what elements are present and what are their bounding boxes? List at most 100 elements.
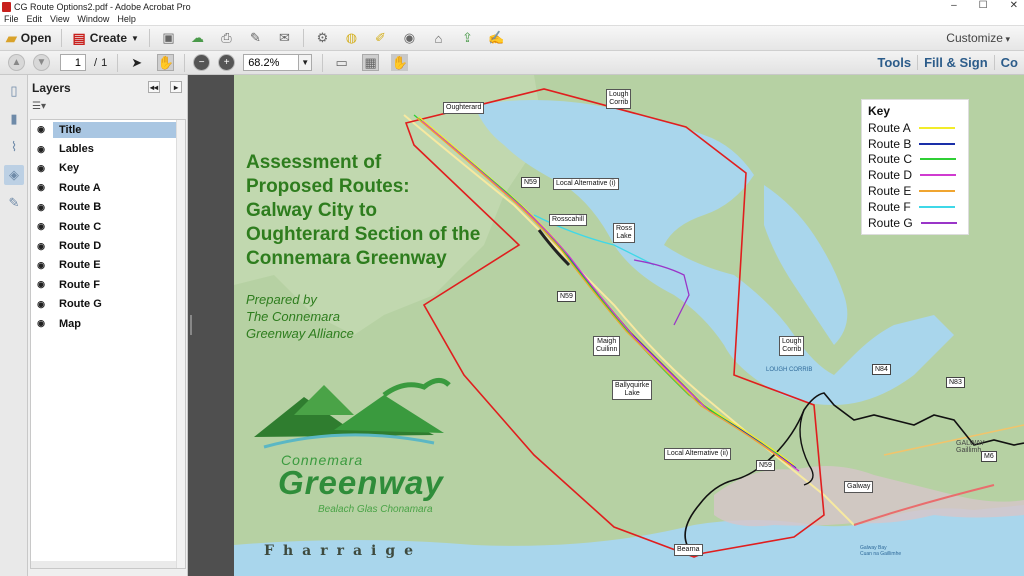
layer-row[interactable]: ◉ Route C — [31, 217, 185, 236]
splitter-grip[interactable] — [190, 315, 192, 335]
eye-icon[interactable]: ◉ — [35, 202, 47, 213]
save-icon[interactable]: ▣ — [160, 30, 177, 47]
document-subtitle: Prepared by The Connemara Greenway Allia… — [246, 291, 354, 342]
key-item-label: Route C — [868, 152, 913, 167]
fit-page-icon[interactable]: ▦ — [362, 54, 380, 71]
customize-menu[interactable]: Customize — [946, 31, 1010, 45]
layer-row[interactable]: ◉ Title — [31, 120, 185, 139]
key-item: Route F — [868, 199, 962, 215]
eye-icon[interactable]: ◉ — [35, 279, 47, 290]
fit-width-icon[interactable]: ▭ — [333, 54, 350, 71]
label-lough-corrib-water: LOUGH CORRIB — [766, 367, 813, 373]
print-icon[interactable]: ⎙ — [218, 30, 235, 47]
eye-icon[interactable]: ◉ — [35, 299, 47, 310]
road-n59-c: N59 — [756, 460, 775, 471]
tools-link[interactable]: Tools — [871, 55, 917, 70]
layer-name: Lables — [59, 143, 94, 156]
layer-row[interactable]: ◉ Route F — [31, 275, 185, 294]
layer-row[interactable]: ◉ Route E — [31, 256, 185, 275]
layer-row[interactable]: ◉ Route G — [31, 295, 185, 314]
key-item-swatch — [920, 158, 957, 161]
create-button[interactable]: ▤ Create ▼ — [66, 27, 145, 49]
gear-icon[interactable]: ⚙ — [314, 30, 331, 47]
eye-icon[interactable]: ◉ — [35, 124, 47, 135]
label-lough-corrib-top: Lough Corrib — [606, 89, 632, 109]
layer-row[interactable]: ◉ Map — [31, 314, 185, 333]
key-item-label: Route D — [868, 168, 913, 183]
collapse-panel-icon[interactable]: ◂◂ — [148, 81, 160, 93]
subtitle-line: Greenway Alliance — [246, 326, 354, 341]
read-mode-icon[interactable]: ✋ — [391, 54, 409, 71]
fill-sign-link[interactable]: Fill & Sign — [917, 55, 994, 70]
cloud-upload-icon[interactable]: ☁ — [189, 30, 206, 47]
select-cursor-icon[interactable]: ➤ — [128, 54, 145, 71]
menu-file[interactable]: File — [0, 13, 23, 25]
folder-icon: ▰ — [6, 29, 17, 46]
page-up-icon[interactable]: ▲ — [8, 54, 25, 71]
comment-icon[interactable]: ◍ — [343, 30, 360, 47]
export-icon[interactable]: ⇪ — [459, 30, 476, 47]
eye-icon[interactable]: ◉ — [35, 221, 47, 232]
layer-row[interactable]: ◉ Key — [31, 159, 185, 178]
maximize-icon[interactable]: ☐ — [979, 0, 988, 11]
page-down-icon[interactable]: ▼ — [33, 54, 50, 71]
eye-icon[interactable]: ◉ — [35, 163, 47, 174]
minimize-icon[interactable]: – — [951, 0, 957, 11]
sign-icon[interactable]: ✍ — [488, 30, 505, 47]
label-oughterard: Oughterard — [443, 102, 485, 114]
layer-row[interactable]: ◉ Route A — [31, 178, 185, 197]
layers-panel: Layers ◂◂ ▸ ☰▾ ◉ Title ◉ Lables ◉ Key ◉ Route A… — [28, 75, 188, 576]
key-item-label: Route B — [868, 136, 912, 151]
toolbar-divider — [322, 53, 324, 72]
highlight-icon[interactable]: ✐ — [372, 30, 389, 47]
label-galway-bay: Galway Bay Cuan na Gaillimhe — [860, 545, 902, 557]
layer-row[interactable]: ◉ Route D — [31, 236, 185, 255]
layer-options-icon[interactable]: ☰▾ — [28, 101, 187, 117]
layer-row[interactable]: ◉ Route B — [31, 198, 185, 217]
vertical-scrollbar[interactable] — [176, 120, 185, 568]
zoom-out-icon[interactable]: − — [193, 54, 211, 71]
page-number-input[interactable] — [60, 54, 86, 71]
eye-icon[interactable]: ◉ — [35, 144, 47, 155]
email-icon[interactable]: ✉ — [276, 30, 293, 47]
layers-header: Layers ◂◂ ▸ — [28, 75, 187, 101]
signatures-icon[interactable]: ✎ — [4, 193, 24, 213]
menu-view[interactable]: View — [46, 13, 73, 25]
layer-row[interactable]: ◉ Lables — [31, 139, 185, 158]
zoom-in-icon[interactable]: + — [218, 54, 236, 71]
label-galway: Galway — [844, 481, 874, 493]
menu-edit[interactable]: Edit — [23, 13, 47, 25]
eye-icon[interactable]: ◉ — [35, 182, 47, 193]
open-button[interactable]: ▰ Open — [0, 27, 57, 49]
document-title: Assessment of Proposed Routes: Galway Ci… — [246, 151, 546, 271]
chevron-down-icon: ▼ — [131, 33, 139, 43]
toolbar-divider — [302, 29, 304, 47]
edit-icon[interactable]: ✎ — [247, 30, 264, 47]
hand-tool-icon[interactable]: ✋ — [157, 54, 175, 71]
key-item-label: Route F — [868, 199, 911, 214]
horizontal-scrollbar[interactable] — [31, 561, 176, 568]
window-title: CG Route Options2.pdf - Adobe Acrobat Pr… — [14, 1, 191, 12]
stamp-icon[interactable]: ◉ — [401, 30, 418, 47]
zoom-dropdown-icon[interactable]: ▼ — [299, 54, 313, 71]
comment-link[interactable]: Co — [993, 55, 1024, 70]
panel-menu-icon[interactable]: ▸ — [170, 81, 182, 93]
panel-splitter[interactable] — [188, 75, 234, 576]
attachments-icon[interactable]: ⌇ — [4, 137, 24, 157]
close-icon[interactable]: ✕ — [1010, 0, 1018, 11]
bookmarks-icon[interactable]: ▮ — [4, 109, 24, 129]
attach-icon[interactable]: ⌂ — [430, 30, 447, 47]
eye-icon[interactable]: ◉ — [35, 260, 47, 271]
zoom-level-input[interactable] — [243, 54, 300, 71]
map-key: Key Route A Route B Route C Route D Route ER… — [861, 99, 969, 235]
key-item-swatch — [920, 174, 957, 177]
pages-icon[interactable]: ▯ — [4, 81, 24, 101]
menu-help[interactable]: Help — [113, 13, 140, 25]
key-item-label: Route G — [868, 215, 913, 230]
layers-icon[interactable]: ◈ — [4, 165, 24, 185]
key-item-swatch — [919, 142, 956, 145]
key-item-swatch — [920, 221, 957, 224]
eye-icon[interactable]: ◉ — [35, 318, 47, 329]
menu-window[interactable]: Window — [73, 13, 113, 25]
eye-icon[interactable]: ◉ — [35, 241, 47, 252]
